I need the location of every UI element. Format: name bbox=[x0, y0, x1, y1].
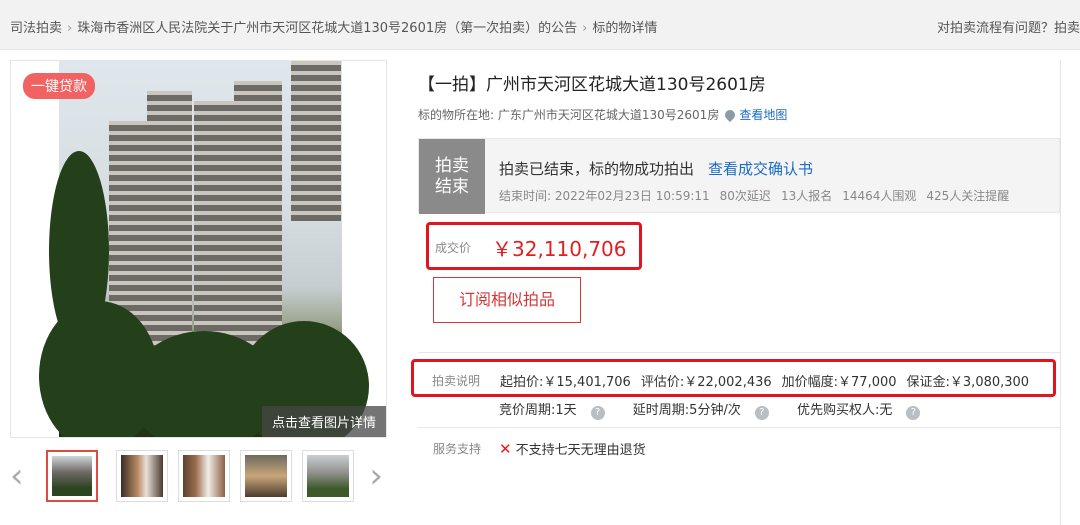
item-title: 【一拍】广州市天河区花城大道130号2601房 bbox=[418, 75, 766, 95]
location-label: 标的物所在地: bbox=[418, 108, 495, 122]
help-icon[interactable]: ? bbox=[906, 406, 921, 420]
help-link[interactable]: 对拍卖流程有问题？拍卖 bbox=[937, 17, 1080, 36]
delay-period-text: 延时周期:5分钟/次 bbox=[632, 403, 741, 418]
map-pin-icon bbox=[723, 107, 738, 123]
right-side-panel bbox=[1060, 60, 1080, 525]
auction-rules-box: 拍卖说明 起拍价:￥15,401,706 评估价:￥22,002,436 加价幅度:… bbox=[411, 359, 1056, 397]
viewer-count: 14464人围观 bbox=[842, 189, 917, 203]
main-image[interactable]: 一键贷款 点击查看图片详情 bbox=[10, 60, 387, 438]
thumbnail[interactable] bbox=[302, 450, 354, 502]
thumbnail[interactable] bbox=[116, 450, 168, 502]
subscribe-similar-button[interactable]: 订阅相似拍品 bbox=[433, 277, 581, 323]
service-value: ✕ 不支持七天无理由退货 bbox=[499, 439, 646, 458]
breadcrumb-item-announcement[interactable]: 珠海市香洲区人民法院关于广州市天河区花城大道130号2601房（第一次拍卖）的公… bbox=[77, 17, 577, 36]
end-time: 结束时间: 2022年02月23日 10:59:11 bbox=[499, 189, 710, 203]
service-label: 服务支持 bbox=[433, 442, 482, 456]
deposit: 保证金:￥3,080,300 bbox=[906, 375, 1030, 390]
close-icon: ✕ bbox=[499, 440, 512, 458]
bid-increment: 加价幅度:￥77,000 bbox=[781, 375, 897, 390]
deal-price-value: ￥32,110,706 bbox=[492, 237, 627, 261]
breadcrumb-sep: › bbox=[67, 21, 73, 36]
service-text: 不支持七天无理由退货 bbox=[515, 443, 646, 458]
delay-count: 80次延迟 bbox=[719, 189, 771, 203]
view-map-link[interactable]: 查看地图 bbox=[739, 108, 787, 122]
signup-count: 13人报名 bbox=[780, 189, 833, 203]
divider bbox=[418, 352, 1060, 353]
confirmation-link[interactable]: 查看成交确认书 bbox=[708, 160, 813, 178]
chevron-right-icon[interactable]: › bbox=[369, 456, 383, 496]
loan-badge[interactable]: 一键贷款 bbox=[23, 73, 95, 99]
auction-periods: 竞价周期:1天? 延时周期:5分钟/次? 优先购买权人:无? bbox=[499, 399, 944, 420]
building-photo bbox=[39, 61, 369, 437]
view-image-detail-button[interactable]: 点击查看图片详情 bbox=[261, 406, 386, 437]
thumbnail[interactable] bbox=[46, 450, 98, 502]
delay-period: 延时周期:5分钟/次? bbox=[632, 403, 781, 420]
location-value: 广东广州市天河区花城大道130号2601房 bbox=[497, 108, 720, 122]
chevron-left-icon[interactable]: ‹ bbox=[10, 456, 24, 496]
breadcrumb-item-judicial[interactable]: 司法拍卖 bbox=[10, 17, 62, 36]
deal-price-label: 成交价 bbox=[435, 241, 472, 255]
priority-buyer: 优先购买权人:无? bbox=[796, 403, 932, 420]
status-text: 拍卖已结束，标的物成功拍出 bbox=[499, 160, 695, 178]
start-price: 起拍价:￥15,401,706 bbox=[500, 375, 631, 390]
thumbnail-strip: ‹ › bbox=[10, 448, 387, 508]
appraisal-price: 评估价:￥22,002,436 bbox=[640, 375, 772, 390]
priority-text: 优先购买权人:无 bbox=[796, 403, 893, 418]
rules-label: 拍卖说明 bbox=[432, 374, 481, 388]
rules-values: 起拍价:￥15,401,706 评估价:￥22,002,436 加价幅度:￥77,0… bbox=[500, 371, 1039, 390]
status-tag-line2: 结束 bbox=[435, 177, 469, 197]
bid-period: 竞价周期:1天? bbox=[499, 403, 617, 420]
breadcrumb-item-detail: 标的物详情 bbox=[592, 21, 658, 36]
reminder-count: 425人关注提醒 bbox=[926, 189, 1010, 203]
status-details: 结束时间: 2022年02月23日 10:59:11 80次延迟 13人报名 1446… bbox=[499, 187, 1019, 204]
breadcrumb-sep: › bbox=[582, 21, 588, 36]
breadcrumb: 司法拍卖 › 珠海市香洲区人民法院关于广州市天河区花城大道130号2601房（第一次… bbox=[10, 17, 657, 36]
divider bbox=[418, 427, 1060, 428]
status-badge: 拍卖 结束 bbox=[419, 139, 485, 214]
top-bar: 司法拍卖 › 珠海市香洲区人民法院关于广州市天河区花城大道130号2601房（第一次… bbox=[0, 0, 1080, 50]
bid-period-text: 竞价周期:1天 bbox=[499, 403, 577, 418]
help-icon[interactable]: ? bbox=[754, 406, 769, 420]
item-location: 标的物所在地: 广东广州市天河区花城大道130号2601房 查看地图 bbox=[418, 106, 787, 123]
auction-status-box: 拍卖 结束 拍卖已结束，标的物成功拍出 查看成交确认书 结束时间: 2022年02… bbox=[418, 138, 1060, 214]
status-message: 拍卖已结束，标的物成功拍出 查看成交确认书 bbox=[499, 158, 813, 179]
thumbnail[interactable] bbox=[178, 450, 230, 502]
deal-price-box: 成交价 ￥32,110,706 bbox=[426, 222, 642, 270]
status-tag-line1: 拍卖 bbox=[435, 156, 469, 176]
help-icon[interactable]: ? bbox=[590, 406, 605, 420]
thumbnail[interactable] bbox=[240, 450, 292, 502]
